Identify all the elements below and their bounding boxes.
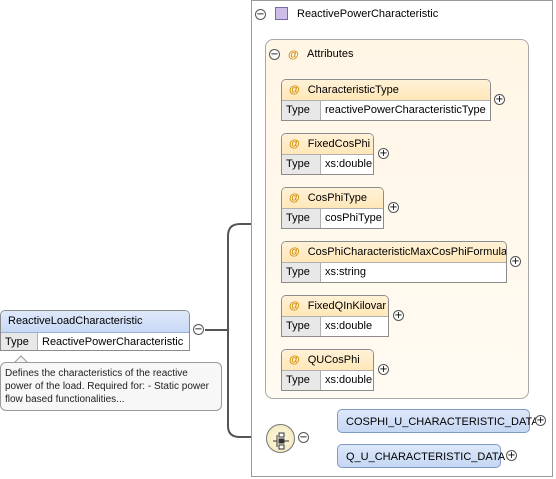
at-icon: @ <box>289 300 300 312</box>
choice-compositor-icon[interactable] <box>266 424 295 453</box>
at-icon: @ <box>289 192 300 204</box>
at-icon: @ <box>289 84 300 96</box>
type-label: Type <box>1 333 38 350</box>
expand-icon[interactable]: + <box>388 202 399 213</box>
expand-symbol: + <box>511 256 520 267</box>
expand-icon[interactable]: + <box>535 415 546 426</box>
attribute-type-row: Type xs:double <box>282 371 373 390</box>
attribute-fixed-q-in-kilovar[interactable]: @ FixedQInKilovar Type xs:double <box>281 295 389 337</box>
attribute-header: @ FixedCosPhi <box>282 134 373 155</box>
type-label: Type <box>282 263 321 282</box>
type-value: ReactivePowerCharacteristic <box>42 336 184 348</box>
expand-icon[interactable]: + <box>494 94 505 105</box>
choice-collapse-icon[interactable]: − <box>298 432 309 443</box>
expand-symbol: + <box>495 94 504 105</box>
complex-type-collapse-icon[interactable]: − <box>255 9 266 20</box>
type-label: Type <box>282 371 321 390</box>
attribute-header: @ CosPhiCharacteristicMaxCosPhiFormula <box>282 242 506 263</box>
at-icon: @ <box>289 138 300 150</box>
element-type-row: Type ReactivePowerCharacteristic <box>1 333 189 350</box>
complex-type-icon <box>275 7 288 20</box>
attributes-label: Attributes <box>307 48 354 60</box>
attribute-fixed-cos-phi[interactable]: @ FixedCosPhi Type xs:double <box>281 133 374 175</box>
type-value: xs:double <box>325 158 373 170</box>
attribute-cos-phi-characteristic-max-cos-phi-formula[interactable]: @ CosPhiCharacteristicMaxCosPhiFormula Ty… <box>281 241 507 283</box>
attribute-type-row: Type reactivePowerCharacteristicType <box>282 101 490 120</box>
element-reactive-load-characteristic[interactable]: ReactiveLoadCharacteristic Type ReactiveP… <box>0 310 190 351</box>
expand-symbol: + <box>536 415 545 426</box>
attribute-type-row: Type xs:double <box>282 317 388 336</box>
attribute-type-row: Type xs:double <box>282 155 373 174</box>
complex-type-name: ReactivePowerCharacteristic <box>297 8 439 20</box>
type-value: xs:double <box>325 374 373 386</box>
expand-icon[interactable]: + <box>378 364 389 375</box>
attribute-name: CosPhiCharacteristicMaxCosPhiFormula <box>307 246 507 258</box>
expand-icon[interactable]: + <box>393 310 404 321</box>
attribute-characteristic-type[interactable]: @ CharacteristicType Type reactivePowerCha… <box>281 79 491 121</box>
attribute-name: CharacteristicType <box>307 84 399 96</box>
attribute-header: @ CosPhiType <box>282 188 383 209</box>
collapse-symbol: − <box>194 324 203 335</box>
choice-item-cosphi-u-characteristic-data[interactable]: COSPHI_U_CHARACTERISTIC_DATA <box>337 409 539 433</box>
attribute-name: CosPhiType <box>307 192 368 204</box>
attribute-name: FixedQInKilovar <box>307 300 386 312</box>
type-value: reactivePowerCharacteristicType <box>325 104 486 116</box>
type-label: Type <box>282 155 321 174</box>
expand-symbol: + <box>379 364 388 375</box>
attribute-name: QUCosPhi <box>307 354 360 366</box>
at-icon: @ <box>288 49 299 61</box>
attribute-cos-phi-type[interactable]: @ CosPhiType Type cosPhiType <box>281 187 384 229</box>
attribute-header: @ QUCosPhi <box>282 350 373 371</box>
collapse-symbol: − <box>256 9 265 20</box>
at-icon: @ <box>289 354 300 366</box>
type-value: cosPhiType <box>325 212 382 224</box>
type-label: Type <box>282 317 321 336</box>
collapse-symbol: − <box>299 432 308 443</box>
expand-symbol: + <box>394 310 403 321</box>
choice-icon <box>273 432 289 450</box>
attribute-header: @ FixedQInKilovar <box>282 296 388 317</box>
expand-icon[interactable]: + <box>378 148 389 159</box>
collapse-symbol: − <box>270 49 279 60</box>
attribute-name: FixedCosPhi <box>307 138 371 150</box>
attribute-qu-cos-phi[interactable]: @ QUCosPhi Type xs:double <box>281 349 374 391</box>
attribute-header: @ CharacteristicType <box>282 80 490 101</box>
type-label: Type <box>282 209 321 228</box>
expand-symbol: + <box>379 148 388 159</box>
at-icon: @ <box>289 246 300 258</box>
expand-symbol: + <box>389 202 398 213</box>
attribute-type-row: Type cosPhiType <box>282 209 383 228</box>
attributes-collapse-icon[interactable]: − <box>269 49 280 60</box>
expand-icon[interactable]: + <box>506 450 517 461</box>
element-collapse-icon[interactable]: − <box>193 324 204 335</box>
type-value: xs:string <box>325 266 366 278</box>
choice-item-q-u-characteristic-data[interactable]: Q_U_CHARACTERISTIC_DATA <box>337 444 505 468</box>
type-value: xs:double <box>325 320 373 332</box>
attribute-type-row: Type xs:string <box>282 263 506 282</box>
element-name: ReactiveLoadCharacteristic <box>1 311 189 333</box>
expand-icon[interactable]: + <box>510 256 521 267</box>
expand-symbol: + <box>507 450 516 461</box>
type-label: Type <box>282 101 321 120</box>
element-documentation: Defines the characteristics of the react… <box>0 362 222 411</box>
